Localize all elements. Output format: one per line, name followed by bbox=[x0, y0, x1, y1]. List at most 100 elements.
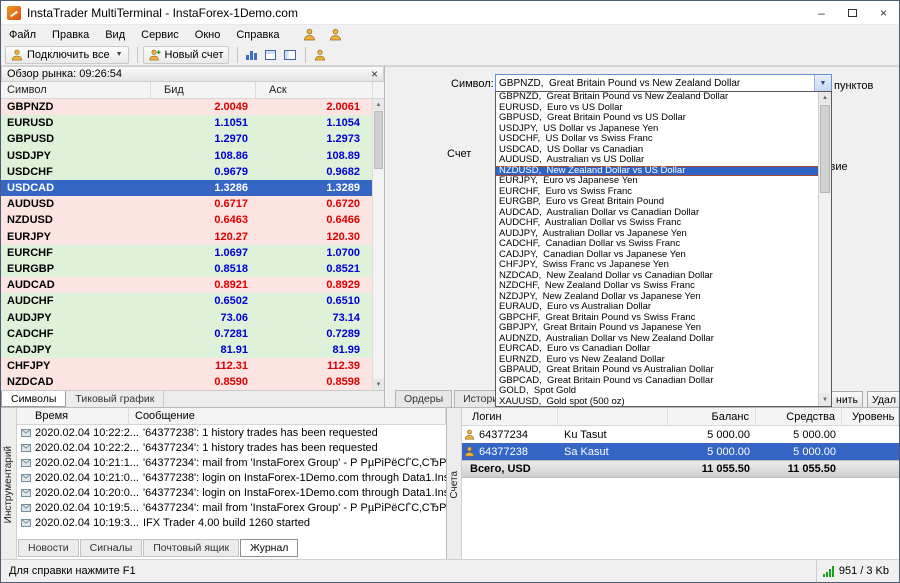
dropdown-item[interactable]: NZDUSD, New Zealand Dollar vs US Dollar bbox=[496, 166, 818, 177]
column-symbol[interactable]: Символ bbox=[1, 82, 151, 98]
panel-layout-button[interactable] bbox=[281, 46, 298, 63]
dropdown-scrollbar[interactable]: ▲ ▼ bbox=[818, 92, 831, 406]
column-balance[interactable]: Баланс bbox=[668, 408, 756, 425]
dropdown-item[interactable]: NZDJPY, New Zealand Dollar vs Japanese Y… bbox=[496, 292, 818, 303]
journal-tab[interactable]: Журнал bbox=[240, 539, 298, 557]
dropdown-item[interactable]: EURCHF, Euro vs Swiss Franc bbox=[496, 187, 818, 198]
account-row[interactable]: 64377238 Sa Kasut 5 000.00 5 000.00 bbox=[462, 443, 899, 460]
vertical-tab-toolbox[interactable]: Инструментарий bbox=[1, 408, 17, 561]
market-row[interactable]: CADCHF 0.7281 0.7289 bbox=[1, 326, 372, 342]
dropdown-item[interactable]: GBPUSD, Great Britain Pound vs US Dollar bbox=[496, 113, 818, 124]
market-row[interactable]: AUDCAD 0.8921 0.8929 bbox=[1, 277, 372, 293]
scroll-up-icon[interactable]: ▲ bbox=[819, 92, 831, 104]
tile-windows-button[interactable] bbox=[262, 46, 279, 63]
market-row[interactable]: CADJPY 81.91 81.99 bbox=[1, 342, 372, 358]
dropdown-item[interactable]: USDJPY, US Dollar vs Japanese Yen bbox=[496, 124, 818, 135]
dropdown-item[interactable]: EURCAD, Euro vs Canadian Dollar bbox=[496, 344, 818, 355]
journal-tab[interactable]: Почтовый ящик bbox=[143, 539, 239, 557]
tab-symbols[interactable]: Символы bbox=[1, 391, 66, 407]
scroll-up-icon[interactable]: ▲ bbox=[373, 99, 384, 110]
market-row[interactable]: AUDJPY 73.06 73.14 bbox=[1, 309, 372, 325]
menu-item[interactable]: Сервис bbox=[133, 27, 187, 43]
market-row[interactable]: USDCHF 0.9679 0.9682 bbox=[1, 164, 372, 180]
chart-button[interactable] bbox=[243, 46, 260, 63]
minimize-button[interactable]: – bbox=[806, 1, 837, 25]
connect-all-button[interactable]: Подключить все ▼ bbox=[5, 46, 129, 64]
market-row[interactable]: NZDCAD 0.8590 0.8598 bbox=[1, 374, 372, 390]
market-watch-scrollbar[interactable]: ▲ ▼ bbox=[372, 99, 384, 390]
chevron-down-icon[interactable]: ▼ bbox=[814, 75, 831, 92]
maximize-button[interactable] bbox=[837, 1, 868, 25]
column-level[interactable]: Уровень bbox=[842, 408, 899, 425]
tab-tick-chart[interactable]: Тиковый график bbox=[66, 391, 164, 407]
market-row[interactable]: GBPNZD 2.0049 2.0061 bbox=[1, 99, 372, 115]
dropdown-item[interactable]: GBPJPY, Great Britain Pound vs Japanese … bbox=[496, 323, 818, 334]
market-row[interactable]: AUDCHF 0.6502 0.6510 bbox=[1, 293, 372, 309]
dropdown-item[interactable]: EURUSD, Euro vs US Dollar bbox=[496, 103, 818, 114]
scroll-down-icon[interactable]: ▼ bbox=[819, 394, 831, 406]
dropdown-item[interactable]: NZDCHF, New Zealand Dollar vs Swiss Fran… bbox=[496, 281, 818, 292]
journal-tab[interactable]: Сигналы bbox=[80, 539, 143, 557]
dropdown-item[interactable]: AUDNZD, Australian Dollar vs New Zealand… bbox=[496, 334, 818, 345]
menu-item[interactable]: Правка bbox=[44, 27, 97, 43]
market-row[interactable]: NZDUSD 0.6463 0.6466 bbox=[1, 212, 372, 228]
menu-item[interactable]: Вид bbox=[97, 27, 133, 43]
remember-button-partial[interactable]: нить bbox=[831, 391, 863, 408]
dropdown-item[interactable]: AUDCAD, Australian Dollar vs Canadian Do… bbox=[496, 208, 818, 219]
balance-cell: 5 000.00 bbox=[668, 446, 756, 458]
market-row[interactable]: EURJPY 120.27 120.30 bbox=[1, 229, 372, 245]
dropdown-item[interactable]: USDCAD, US Dollar vs Canadian bbox=[496, 145, 818, 156]
dropdown-item[interactable]: GBPCAD, Great Britain Pound vs Canadian … bbox=[496, 376, 818, 387]
column-time[interactable]: Время bbox=[17, 408, 129, 424]
dropdown-item[interactable]: EURAUD, Euro vs Australian Dollar bbox=[496, 302, 818, 313]
dropdown-item[interactable]: AUDCHF, Australian Dollar vs Swiss Franc bbox=[496, 218, 818, 229]
market-row[interactable]: EURCHF 1.0697 1.0700 bbox=[1, 245, 372, 261]
dropdown-item[interactable]: GBPAUD, Great Britain Pound vs Australia… bbox=[496, 365, 818, 376]
symbol-cell: GBPUSD bbox=[1, 133, 151, 145]
journal-tab[interactable]: Новости bbox=[18, 539, 79, 557]
dropdown-item[interactable]: CADCHF, Canadian Dollar vs Swiss Franc bbox=[496, 239, 818, 250]
close-icon[interactable]: × bbox=[371, 69, 378, 79]
market-row[interactable]: USDJPY 108.86 108.89 bbox=[1, 148, 372, 164]
column-login[interactable]: Логин bbox=[462, 408, 558, 425]
menu-item[interactable]: Файл bbox=[1, 27, 44, 43]
accounts-button[interactable] bbox=[311, 46, 328, 63]
market-row[interactable]: EURUSD 1.1051 1.1054 bbox=[1, 115, 372, 131]
column-ask[interactable]: Аск bbox=[256, 82, 373, 98]
column-bid[interactable]: Бид bbox=[151, 82, 256, 98]
vertical-tab-accounts[interactable]: Счета bbox=[447, 408, 462, 561]
dropdown-item[interactable]: GBPCHF, Great Britain Pound vs Swiss Fra… bbox=[496, 313, 818, 324]
user-icon[interactable] bbox=[328, 27, 344, 42]
dropdown-item[interactable]: EURNZD, Euro vs New Zealand Dollar bbox=[496, 355, 818, 366]
market-row[interactable]: USDCAD 1.3286 1.3289 bbox=[1, 180, 372, 196]
dropdown-item[interactable]: USDCHF, US Dollar vs Swiss Franc bbox=[496, 134, 818, 145]
column-message[interactable]: Сообщение bbox=[129, 408, 446, 424]
market-row[interactable]: CHFJPY 112.31 112.39 bbox=[1, 358, 372, 374]
dropdown-item[interactable]: GOLD, Spot Gold bbox=[496, 386, 818, 397]
scrollbar-thumb[interactable] bbox=[374, 111, 383, 169]
column-name[interactable] bbox=[558, 408, 668, 425]
tab-orders[interactable]: Ордеры bbox=[395, 390, 452, 408]
dropdown-item[interactable]: AUDJPY, Australian Dollar vs Japanese Ye… bbox=[496, 229, 818, 240]
scrollbar-thumb[interactable] bbox=[820, 105, 830, 193]
menu-item[interactable]: Справка bbox=[228, 27, 287, 43]
menu-item[interactable]: Окно bbox=[187, 27, 229, 43]
market-row[interactable]: AUDUSD 0.6717 0.6720 bbox=[1, 196, 372, 212]
market-row[interactable]: GBPUSD 1.2970 1.2973 bbox=[1, 131, 372, 147]
close-button[interactable]: × bbox=[868, 1, 899, 25]
user-icon[interactable] bbox=[302, 27, 318, 42]
account-row[interactable]: 64377234 Ku Tasut 5 000.00 5 000.00 bbox=[462, 426, 899, 443]
dropdown-item[interactable]: GBPNZD, Great Britain Pound vs New Zeala… bbox=[496, 92, 818, 103]
scroll-down-icon[interactable]: ▼ bbox=[373, 379, 384, 390]
dropdown-item[interactable]: AUDUSD, Australian vs US Dollar bbox=[496, 155, 818, 166]
dropdown-item[interactable]: EURJPY, Euro vs Japanese Yen bbox=[496, 176, 818, 187]
dropdown-item[interactable]: NZDCAD, New Zealand Dollar vs Canadian D… bbox=[496, 271, 818, 282]
new-account-button[interactable]: Новый счет bbox=[143, 46, 230, 64]
dropdown-item[interactable]: EURGBP, Euro vs Great Britain Pound bbox=[496, 197, 818, 208]
column-equity[interactable]: Средства bbox=[756, 408, 842, 425]
market-row[interactable]: EURGBP 0.8518 0.8521 bbox=[1, 261, 372, 277]
dropdown-item[interactable]: CADJPY, Canadian Dollar vs Japanese Yen bbox=[496, 250, 818, 261]
dropdown-item[interactable]: CHFJPY, Swiss Franc vs Japanese Yen bbox=[496, 260, 818, 271]
delete-button-partial[interactable]: Удал bbox=[867, 391, 900, 408]
dropdown-item[interactable]: XAUUSD, Gold spot (500 oz) bbox=[496, 397, 818, 407]
